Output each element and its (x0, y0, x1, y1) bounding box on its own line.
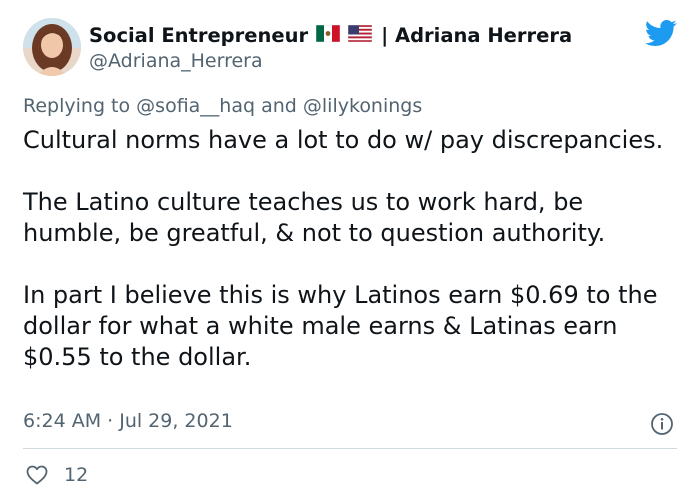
display-name[interactable]: Social Entrepreneur | Adriana Herrera (89, 22, 572, 48)
tweet-text: Cultural norms have a lot to do w/ pay d… (23, 125, 683, 373)
reply-context: Replying to @sofia__haq and @lilykonings (23, 95, 422, 117)
usa-flag-icon (347, 24, 373, 47)
profile-photo-image (23, 18, 81, 76)
display-name-suffix: | Adriana Herrera (381, 23, 573, 47)
reply-prefix: Replying to (23, 95, 131, 117)
tweet-paragraph-3: In part I believe this is why Latinos ea… (23, 281, 658, 371)
avatar[interactable] (23, 18, 81, 76)
like-count: 12 (64, 464, 89, 486)
user-handle[interactable]: @Adriana_Herrera (89, 50, 263, 72)
tweet-timestamp[interactable]: 6:24 AM · Jul 29, 2021 (23, 410, 233, 432)
heart-icon[interactable] (25, 463, 49, 487)
reply-conjunction: and (261, 95, 297, 117)
display-name-text: Social Entrepreneur (89, 23, 309, 47)
info-icon[interactable] (650, 412, 674, 436)
tweet-paragraph-1: Cultural norms have a lot to do w/ pay d… (23, 126, 664, 154)
twitter-bird-icon[interactable] (644, 20, 677, 46)
mention-link-2[interactable]: @lilykonings (303, 95, 422, 117)
mention-link-1[interactable]: @sofia__haq (136, 95, 255, 117)
like-button[interactable]: 12 (25, 461, 88, 489)
tweet-paragraph-2: The Latino culture teaches us to work ha… (23, 188, 606, 247)
divider (23, 448, 677, 449)
mexico-flag-icon (315, 24, 341, 47)
